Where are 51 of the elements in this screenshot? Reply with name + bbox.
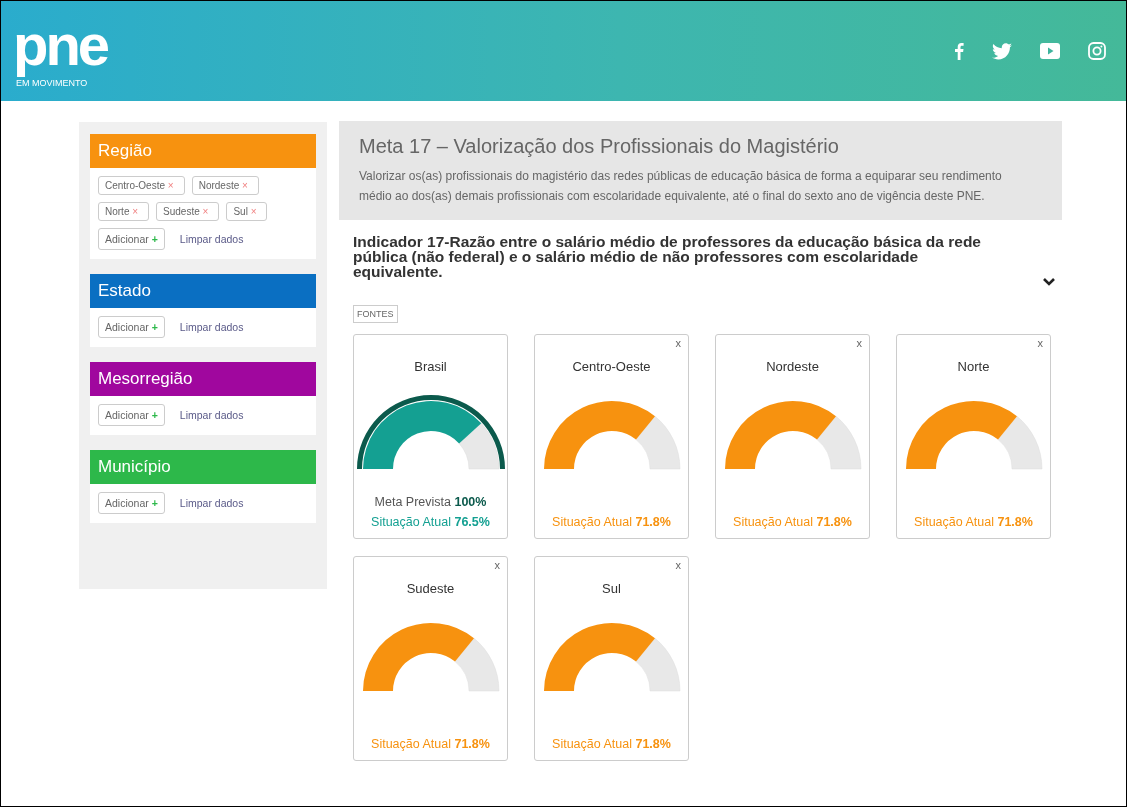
- filter-tag[interactable]: Norte ×: [98, 202, 150, 221]
- logo-subtitle: EM MOVIMENTO: [16, 77, 89, 89]
- gauge-track: [635, 416, 680, 470]
- sources-button[interactable]: FONTES: [353, 305, 398, 323]
- current-value-text: Situação Atual 76.5%: [371, 514, 490, 531]
- close-button[interactable]: x: [675, 337, 681, 349]
- add-button[interactable]: Adicionar +: [98, 228, 165, 250]
- filter-tag[interactable]: Centro-Oeste ×: [98, 176, 185, 195]
- play-icon[interactable]: [1040, 43, 1060, 59]
- card-title: Sudeste: [406, 581, 455, 596]
- filter-header: Mesorregião: [90, 362, 316, 396]
- indicator-title: Indicador 17-Razão entre o salário médio de professores da educação básica da rede pública (não federal) e o salário médio de não professores com escolaridade equivalente.: [353, 234, 982, 282]
- add-button[interactable]: Adicionar +: [98, 492, 165, 514]
- card-title: Nordeste: [766, 359, 819, 374]
- card-title: Sul: [602, 581, 621, 596]
- card-title: Norte: [957, 359, 990, 374]
- gauge-track: [454, 638, 499, 692]
- close-button[interactable]: x: [1037, 337, 1043, 349]
- card-title: Brasil: [414, 359, 447, 374]
- chevron-icon[interactable]: [1042, 277, 1056, 287]
- add-button[interactable]: Adicionar +: [98, 404, 165, 426]
- close-button[interactable]: x: [675, 559, 681, 571]
- add-button[interactable]: Adicionar +: [98, 316, 165, 338]
- gauge-track: [997, 416, 1042, 470]
- target-text: Meta Prevista 100%: [373, 494, 488, 511]
- goal-title: Meta 17 – Valorização dos Profissionais do Magistério: [359, 135, 840, 158]
- current-value-text: Situação Atual 71.8%: [552, 736, 671, 753]
- filter-header: Região: [90, 134, 316, 168]
- gauge-track: [816, 416, 861, 470]
- bird-icon[interactable]: [992, 42, 1012, 60]
- facebook-icon[interactable]: [954, 42, 964, 60]
- current-value-text: Situação Atual 71.8%: [914, 514, 1033, 531]
- filter-tag[interactable]: Sudeste ×: [156, 202, 220, 221]
- clear-link[interactable]: Limpar dados: [179, 321, 244, 333]
- camera-icon[interactable]: [1088, 42, 1106, 60]
- gauge-track: [635, 638, 680, 692]
- card-title: Centro-Oeste: [572, 359, 651, 374]
- gauge-track: [458, 423, 499, 470]
- filter-tag[interactable]: Nordeste ×: [191, 176, 259, 195]
- filter-header: Município: [90, 450, 316, 484]
- current-value-text: Situação Atual 71.8%: [552, 514, 671, 531]
- filter-tag[interactable]: Sul ×: [226, 202, 268, 221]
- goal-description: Valorizar os(as) profissionais do magistério das redes públicas de educação básica de forma a equiparar seu rendimento médio ao dos(as) demais profissionais com escolaridade equivalente, até o final do sexto ano de vigência deste PNE.: [359, 168, 1003, 205]
- clear-link[interactable]: Limpar dados: [179, 233, 244, 245]
- current-value-text: Situação Atual 71.8%: [371, 736, 490, 753]
- close-button[interactable]: x: [856, 337, 862, 349]
- current-value-text: Situação Atual 71.8%: [733, 514, 852, 531]
- close-button[interactable]: x: [494, 559, 500, 571]
- filter-header: Estado: [90, 274, 316, 308]
- clear-link[interactable]: Limpar dados: [179, 497, 244, 509]
- clear-link[interactable]: Limpar dados: [179, 409, 244, 421]
